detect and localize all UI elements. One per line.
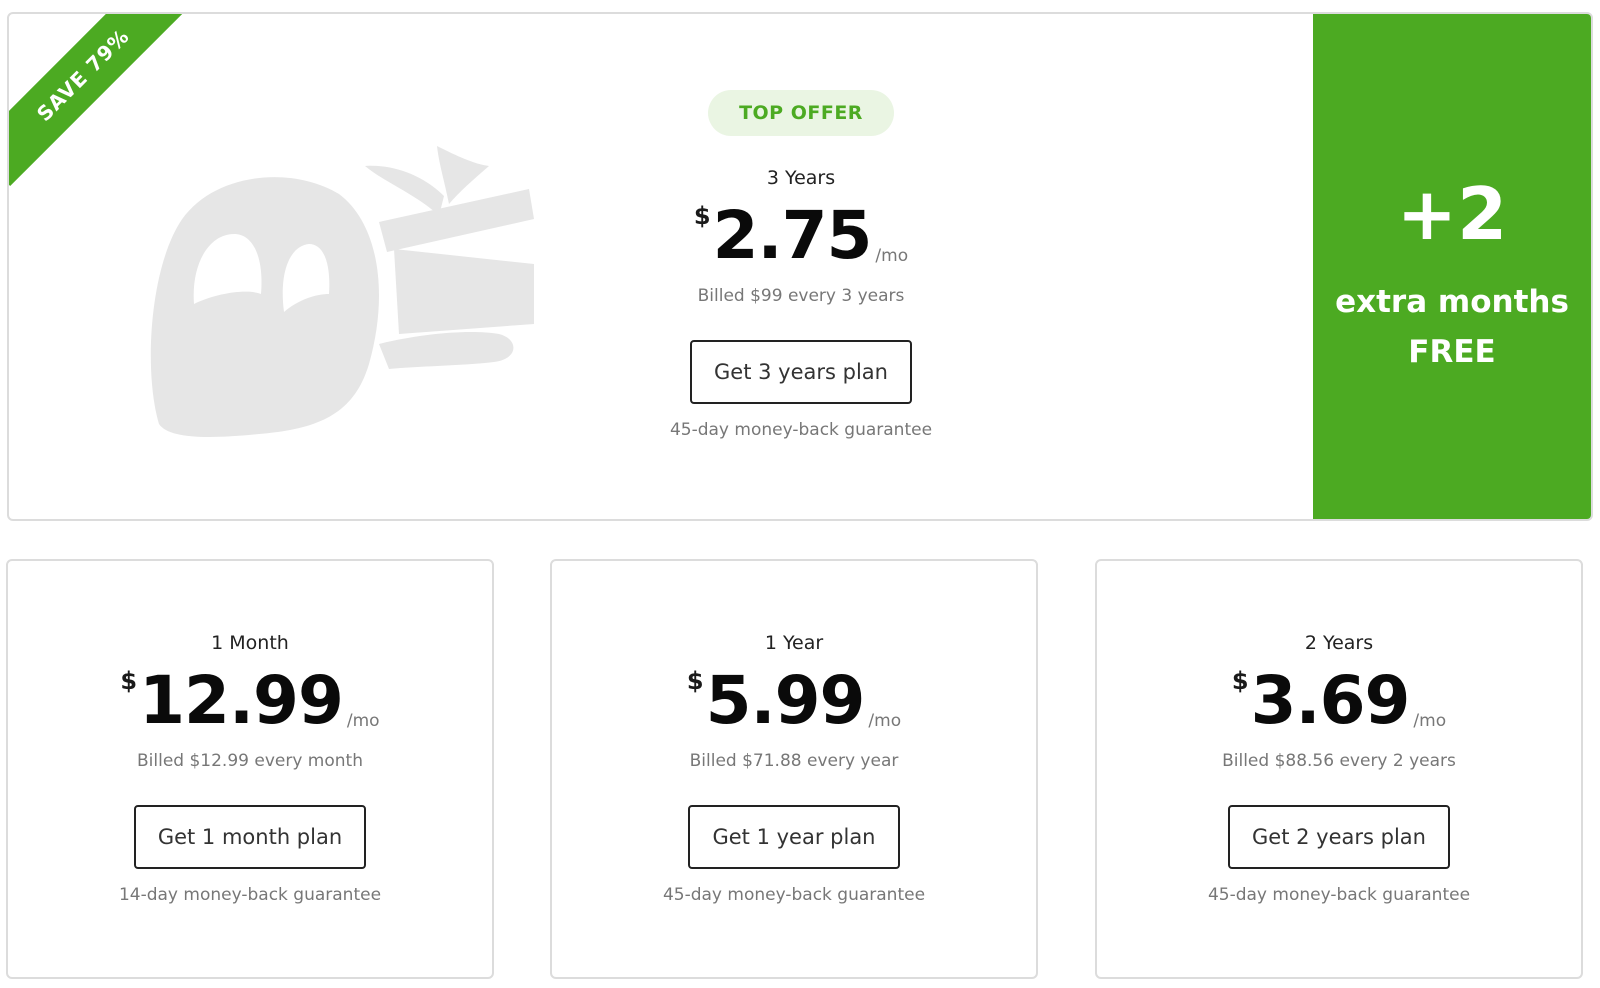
money-back-guarantee: 45-day money-back guarantee [669, 420, 933, 440]
price-amount: 2.75 [712, 197, 873, 274]
plan-block: 1 Month $ 12.99 /mo Billed $12.99 every … [8, 629, 492, 907]
billing-info: Billed $99 every 3 years [697, 286, 905, 306]
get-1-year-plan-button[interactable]: Get 1 year plan [688, 805, 900, 869]
plan-card-1-month: 1 Month $ 12.99 /mo Billed $12.99 every … [6, 559, 494, 979]
price-period: /mo [1413, 711, 1447, 731]
price-period: /mo [868, 711, 902, 731]
money-back-guarantee: 45-day money-back guarantee [662, 885, 926, 905]
top-offer-content: TOP OFFER 3 Years $ 2.75 /mo Billed $99 … [9, 14, 1309, 519]
plan-label: 1 Month [211, 632, 289, 654]
get-2-years-plan-button[interactable]: Get 2 years plan [1228, 805, 1450, 869]
get-3-years-plan-button[interactable]: Get 3 years plan [690, 340, 912, 404]
get-1-month-plan-button[interactable]: Get 1 month plan [133, 805, 367, 869]
plan-label: 3 Years [766, 167, 836, 189]
price-amount: 12.99 [139, 662, 344, 739]
extra-months-panel: +2 extra months FREE [1313, 14, 1591, 519]
price-row: $ 12.99 /mo [8, 662, 492, 739]
price-period: /mo [875, 246, 909, 266]
currency-symbol: $ [1231, 667, 1249, 695]
plan-label: 2 Years [1304, 632, 1374, 654]
currency-symbol: $ [686, 667, 704, 695]
price-row: $ 2.75 /mo [551, 198, 1051, 274]
billing-info: Billed $71.88 every year [689, 751, 899, 771]
plan-block: 2 Years $ 3.69 /mo Billed $88.56 every 2… [1097, 629, 1581, 907]
price-row: $ 3.69 /mo [1097, 662, 1581, 739]
plan-card-1-year: 1 Year $ 5.99 /mo Billed $71.88 every ye… [550, 559, 1038, 979]
top-offer-card: SAVE 79% TOP OFFER 3 Years $ 2.75 /mo Bi… [7, 12, 1593, 521]
money-back-guarantee: 45-day money-back guarantee [1207, 885, 1471, 905]
price-period: /mo [346, 711, 380, 731]
currency-symbol: $ [693, 202, 711, 230]
extra-months-free: FREE [1408, 334, 1496, 370]
extra-months-count: +2 [1396, 172, 1508, 256]
currency-symbol: $ [120, 667, 138, 695]
billing-info: Billed $12.99 every month [137, 751, 363, 771]
money-back-guarantee: 14-day money-back guarantee [118, 885, 382, 905]
top-plan-block: 3 Years $ 2.75 /mo Billed $99 every 3 ye… [551, 164, 1051, 442]
plan-block: 1 Year $ 5.99 /mo Billed $71.88 every ye… [552, 629, 1036, 907]
plan-card-2-years: 2 Years $ 3.69 /mo Billed $88.56 every 2… [1095, 559, 1583, 979]
extra-months-text: extra months [1335, 284, 1569, 320]
billing-info: Billed $88.56 every 2 years [1222, 751, 1456, 771]
price-amount: 5.99 [705, 662, 866, 739]
top-offer-badge: TOP OFFER [708, 90, 894, 136]
price-amount: 3.69 [1250, 662, 1411, 739]
price-row: $ 5.99 /mo [552, 662, 1036, 739]
plan-label: 1 Year [764, 632, 824, 654]
